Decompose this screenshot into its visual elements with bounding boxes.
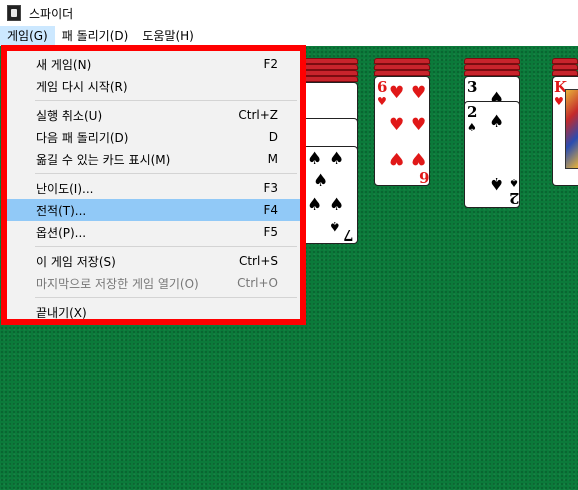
menu-item-shortcut: M bbox=[267, 152, 278, 166]
card-rank: 2 bbox=[467, 103, 478, 121]
menu-item-difficulty[interactable]: 난이도(I)... F3 bbox=[7, 177, 300, 199]
menu-item-label: 마지막으로 저장한 게임 열기(O) bbox=[36, 276, 199, 291]
card-rank: 6 bbox=[419, 168, 430, 186]
heart-icon: ♥ bbox=[411, 148, 427, 168]
menu-help[interactable]: 도움말(H) bbox=[135, 26, 201, 46]
menu-item-undo[interactable]: 실행 취소(U) Ctrl+Z bbox=[7, 104, 300, 126]
menu-item-shortcut: F5 bbox=[263, 225, 278, 239]
card-rank: 3 bbox=[467, 78, 478, 96]
heart-icon: ♥ bbox=[411, 83, 427, 103]
spade-icon: ♠ bbox=[489, 112, 505, 132]
playing-card-king-hearts[interactable]: K ♥ bbox=[552, 76, 578, 186]
heart-icon: ♥ bbox=[389, 83, 405, 103]
menu-item-shortcut: F3 bbox=[263, 181, 278, 195]
spade-icon: ♠ bbox=[329, 149, 345, 169]
spade-icon: ♠ bbox=[313, 171, 329, 191]
title-bar: 스파이더 bbox=[0, 0, 578, 26]
menu-item-save-game[interactable]: 이 게임 저장(S) Ctrl+S bbox=[7, 250, 300, 272]
menu-item-restart-game[interactable]: 게임 다시 시작(R) bbox=[7, 75, 300, 97]
spider-solitaire-app-icon bbox=[7, 5, 21, 21]
heart-icon: ♥ bbox=[389, 148, 405, 168]
menu-item-label: 전적(T)... bbox=[36, 203, 87, 218]
menu-item-shortcut: F2 bbox=[263, 57, 278, 71]
playing-card-two-spades[interactable]: 2 ♠ ♠ ♠ ♠ 2 bbox=[464, 101, 520, 208]
menu-bar: 게임(G) 패 돌리기(D) 도움말(H) bbox=[0, 26, 578, 46]
heart-icon: ♥ bbox=[554, 95, 564, 108]
menu-item-shortcut: F4 bbox=[263, 203, 278, 217]
spade-icon: ♠ bbox=[329, 195, 345, 215]
king-face-art bbox=[565, 89, 578, 169]
card-rank: 7 bbox=[343, 226, 354, 244]
spade-icon: ♠ bbox=[307, 149, 323, 169]
heart-icon: ♥ bbox=[377, 95, 387, 108]
menu-item-label: 난이도(I)... bbox=[36, 181, 94, 196]
menu-item-label: 이 게임 저장(S) bbox=[36, 254, 116, 269]
menu-separator bbox=[35, 100, 297, 101]
menu-item-exit[interactable]: 끝내기(X) bbox=[7, 301, 300, 323]
spade-icon: ♠ bbox=[307, 195, 323, 215]
spade-icon: ♠ bbox=[467, 121, 477, 134]
menu-deal[interactable]: 패 돌리기(D) bbox=[55, 26, 136, 46]
menu-item-shortcut: Ctrl+O bbox=[237, 276, 278, 290]
menu-item-show-moves[interactable]: 옮길 수 있는 카드 표시(M) M bbox=[7, 148, 300, 170]
menu-item-new-game[interactable]: 새 게임(N) F2 bbox=[7, 53, 300, 75]
menu-item-label: 옮길 수 있는 카드 표시(M) bbox=[36, 152, 171, 167]
menu-item-deal-next[interactable]: 다음 패 돌리기(D) D bbox=[7, 126, 300, 148]
spade-icon: ♠ bbox=[329, 218, 341, 233]
game-menu-dropdown: 새 게임(N) F2 게임 다시 시작(R) 실행 취소(U) Ctrl+Z 다… bbox=[1, 45, 306, 325]
menu-item-options[interactable]: 옵션(P)... F5 bbox=[7, 221, 300, 243]
menu-item-label: 새 게임(N) bbox=[36, 57, 92, 72]
card-rank: 2 bbox=[509, 189, 520, 207]
menu-item-shortcut: Ctrl+S bbox=[238, 254, 278, 268]
playing-card-six-hearts[interactable]: 6 ♥ ♥ ♥ ♥ ♥ ♥ ♥ 6 bbox=[374, 76, 430, 186]
menu-item-label: 다음 패 돌리기(D) bbox=[36, 130, 129, 145]
menu-item-label: 옵션(P)... bbox=[36, 225, 87, 240]
menu-item-open-saved-game: 마지막으로 저장한 게임 열기(O) Ctrl+O bbox=[7, 272, 300, 294]
menu-item-label: 끝내기(X) bbox=[36, 305, 87, 320]
menu-separator bbox=[35, 173, 297, 174]
menu-item-label: 게임 다시 시작(R) bbox=[36, 79, 128, 94]
menu-item-statistics[interactable]: 전적(T)... F4 bbox=[7, 199, 300, 221]
menu-item-shortcut: Ctrl+Z bbox=[238, 108, 278, 122]
menu-game[interactable]: 게임(G) bbox=[0, 26, 55, 46]
menu-separator bbox=[35, 297, 297, 298]
heart-icon: ♥ bbox=[411, 115, 427, 135]
menu-separator bbox=[35, 246, 297, 247]
heart-icon: ♥ bbox=[389, 115, 405, 135]
menu-item-shortcut: D bbox=[268, 130, 278, 144]
menu-item-label: 실행 취소(U) bbox=[36, 108, 103, 123]
window-title: 스파이더 bbox=[29, 6, 74, 21]
playing-card-seven-spades[interactable]: ♠ ♠ ♠ ♠ ♠ ♠ 7 bbox=[302, 146, 358, 244]
spade-icon: ♠ bbox=[489, 173, 505, 193]
